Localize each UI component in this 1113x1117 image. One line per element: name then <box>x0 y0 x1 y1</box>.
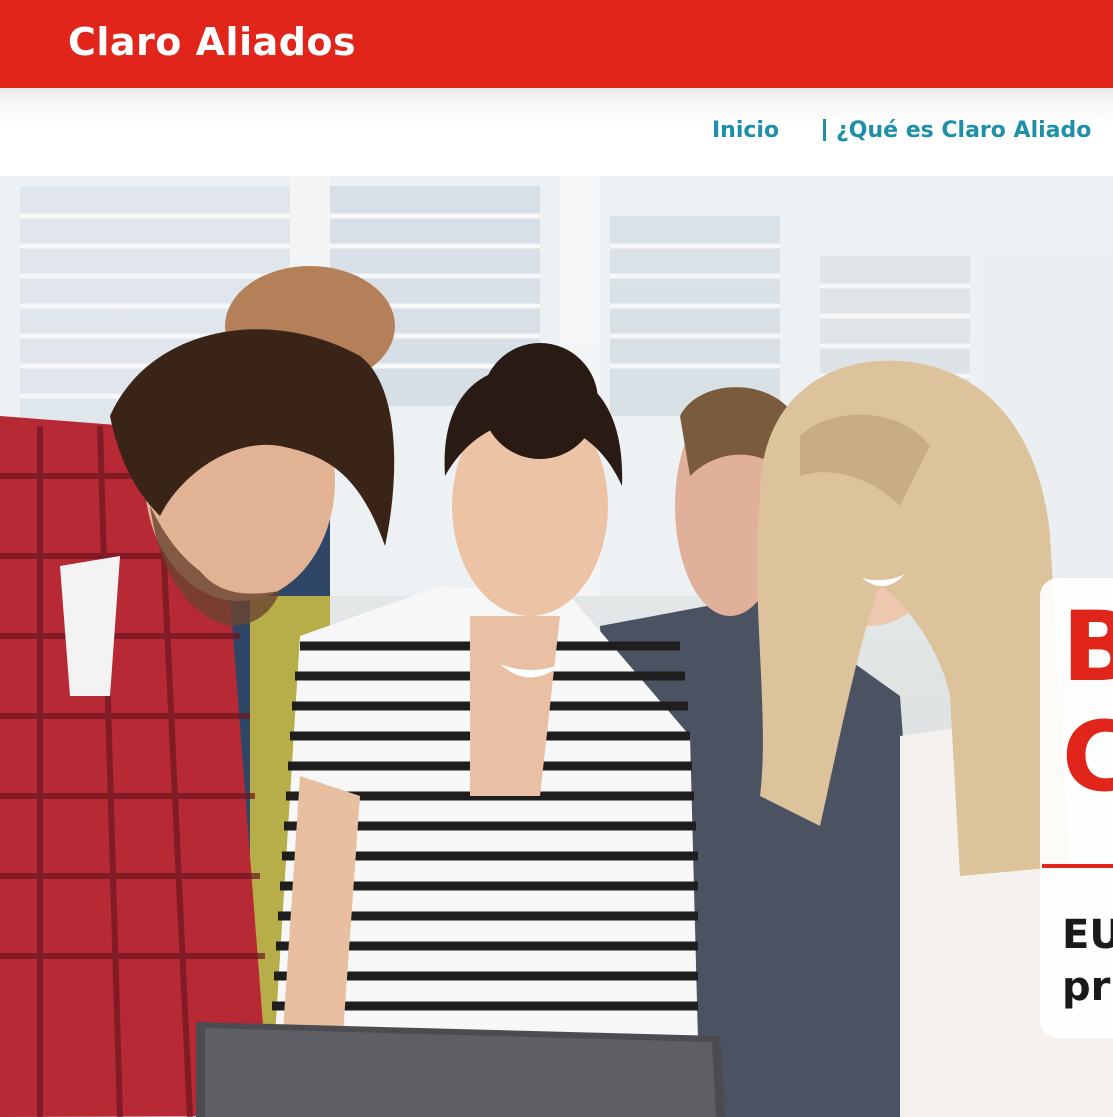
nav-link-inicio[interactable]: Inicio <box>712 117 779 145</box>
hero-subtitle: EU pr <box>1062 912 1113 1010</box>
brand-logo-text[interactable]: Claro Aliados <box>68 18 356 66</box>
hero-title: B C <box>1062 591 1113 813</box>
hero-title-divider <box>1042 864 1113 868</box>
hero-banner: B C EU pr <box>0 176 1113 1117</box>
nav-link-que-es-claro-aliados[interactable]: ¿Qué es Claro Aliado <box>836 117 1091 145</box>
laptop <box>196 1022 725 1117</box>
nav-separator <box>823 119 826 141</box>
page: Claro Aliados Inicio ¿Qué es Claro Aliad… <box>0 0 1113 1117</box>
hero-photo <box>0 176 1113 1117</box>
top-header: Claro Aliados <box>0 0 1113 88</box>
